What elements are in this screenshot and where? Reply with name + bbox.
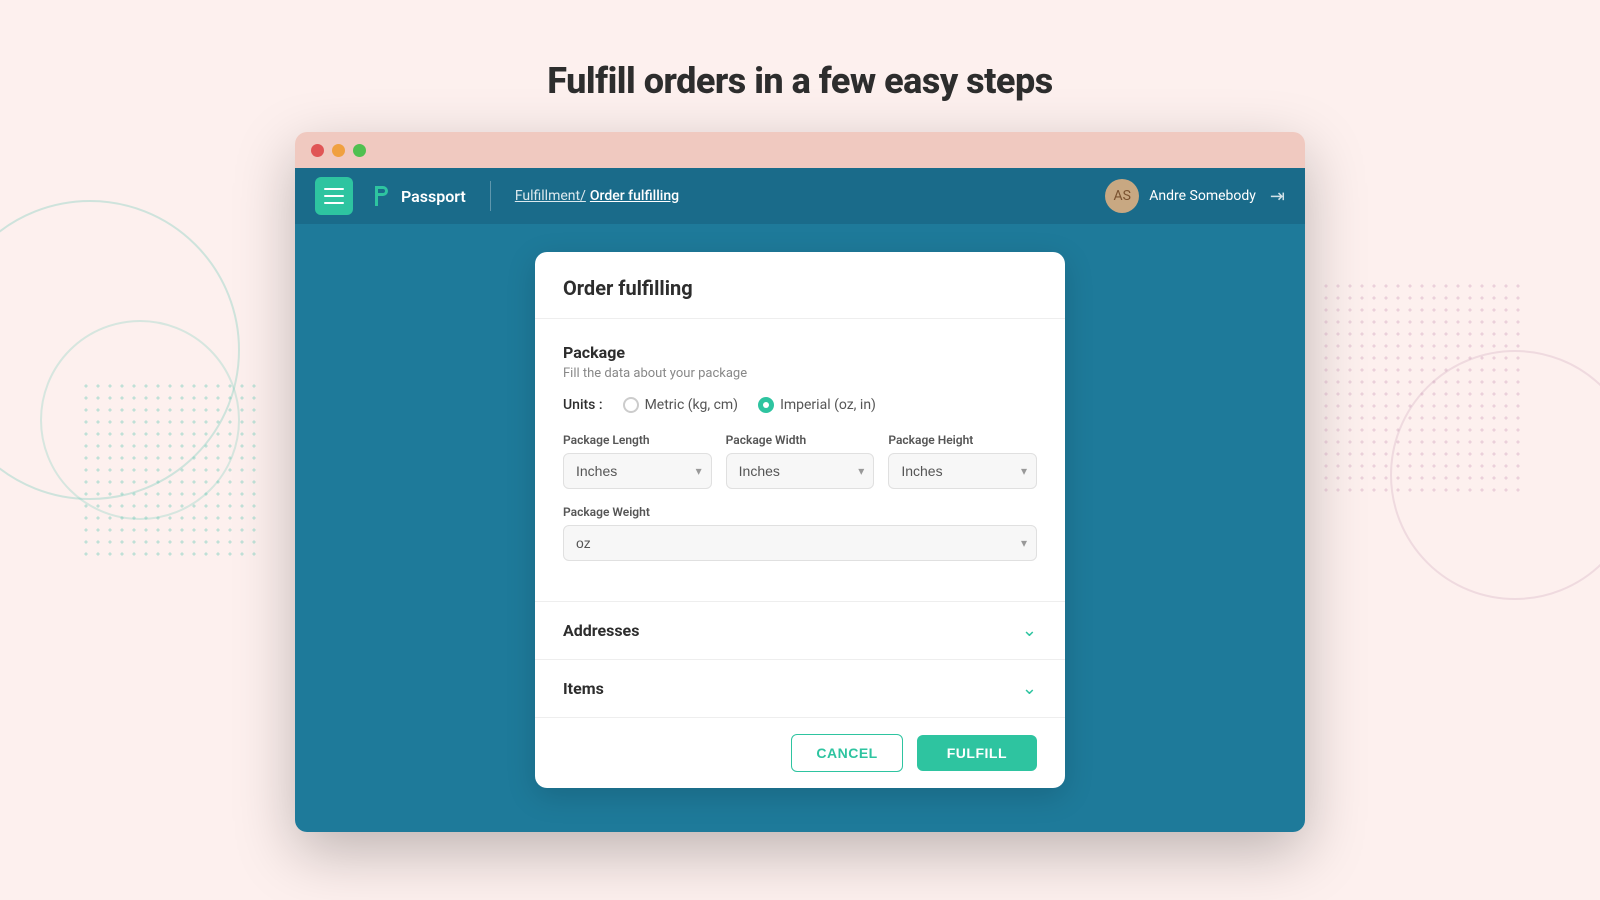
hamburger-line <box>324 195 344 197</box>
menu-button[interactable] <box>315 177 353 215</box>
package-length-select[interactable]: Inches Feet cm <box>563 453 712 489</box>
addresses-chevron-icon: ⌄ <box>1022 620 1037 641</box>
browser-dot-green[interactable] <box>353 144 366 157</box>
package-width-group: Package Width Inches Feet cm <box>726 433 875 489</box>
package-width-label: Package Width <box>726 433 875 447</box>
breadcrumb-current: Order fulfilling <box>590 188 679 204</box>
package-weight-select-wrapper: oz lb kg g <box>563 525 1037 561</box>
browser-window: Passport Fulfillment/ Order fulfilling A… <box>295 132 1305 832</box>
radio-circle-metric <box>623 397 639 413</box>
addresses-title: Addresses <box>563 621 639 640</box>
nav-logo: Passport <box>369 184 466 208</box>
app-navbar: Passport Fulfillment/ Order fulfilling A… <box>295 168 1305 224</box>
package-length-label: Package Length <box>563 433 712 447</box>
package-height-select-wrapper: Inches Feet cm <box>888 453 1037 489</box>
items-chevron-icon: ⌄ <box>1022 678 1037 699</box>
browser-dot-yellow[interactable] <box>332 144 345 157</box>
package-width-select[interactable]: Inches Feet cm <box>726 453 875 489</box>
package-weight-select[interactable]: oz lb kg g <box>563 525 1037 561</box>
units-row: Units : Metric (kg, cm) Imperial (oz, in… <box>563 397 1037 413</box>
radio-metric[interactable]: Metric (kg, cm) <box>623 397 739 413</box>
fulfill-button[interactable]: FULFILL <box>917 735 1037 771</box>
hamburger-line <box>324 188 344 190</box>
bg-decoration-circle-left <box>0 200 240 500</box>
browser-titlebar <box>295 132 1305 168</box>
package-height-group: Package Height Inches Feet cm <box>888 433 1037 489</box>
addresses-section[interactable]: Addresses ⌄ <box>535 601 1065 659</box>
browser-dot-red[interactable] <box>311 144 324 157</box>
app-content: Order fulfilling Package Fill the data a… <box>295 224 1305 832</box>
package-weight-group: Package Weight oz lb kg g <box>563 505 1037 561</box>
modal-body: Package Fill the data about your package… <box>535 319 1065 601</box>
bg-decoration-circle-left2 <box>40 320 240 520</box>
radio-metric-label: Metric (kg, cm) <box>645 397 739 413</box>
package-length-group: Package Length Inches Feet cm <box>563 433 712 489</box>
hamburger-line <box>324 202 344 204</box>
modal-header: Order fulfilling <box>535 252 1065 319</box>
cancel-button[interactable]: CANCEL <box>791 734 902 772</box>
package-section: Package Fill the data about your package… <box>563 343 1037 561</box>
nav-divider <box>490 181 491 211</box>
breadcrumb-parent[interactable]: Fulfillment/ <box>515 188 586 204</box>
nav-user: AS Andre Somebody ⇥ <box>1105 179 1285 213</box>
bg-decoration-dots-right <box>1320 280 1520 500</box>
passport-logo-icon <box>369 184 393 208</box>
user-name: Andre Somebody <box>1149 188 1256 204</box>
modal-card: Order fulfilling Package Fill the data a… <box>535 252 1065 788</box>
page-title: Fulfill orders in a few easy steps <box>0 0 1600 132</box>
radio-imperial-label: Imperial (oz, in) <box>780 397 876 413</box>
package-height-select[interactable]: Inches Feet cm <box>888 453 1037 489</box>
units-label: Units : <box>563 397 603 413</box>
nav-logo-text: Passport <box>401 187 466 206</box>
bg-decoration-dots-left <box>80 380 260 560</box>
package-section-desc: Fill the data about your package <box>563 366 1037 381</box>
modal-title: Order fulfilling <box>563 276 1037 300</box>
radio-imperial[interactable]: Imperial (oz, in) <box>758 397 876 413</box>
modal-footer: CANCEL FULFILL <box>535 717 1065 788</box>
package-length-select-wrapper: Inches Feet cm <box>563 453 712 489</box>
bg-decoration-circle-right <box>1390 350 1600 600</box>
package-weight-label: Package Weight <box>563 505 1037 519</box>
items-section[interactable]: Items ⌄ <box>535 659 1065 717</box>
radio-circle-imperial <box>758 397 774 413</box>
breadcrumb: Fulfillment/ Order fulfilling <box>515 188 679 204</box>
logout-icon[interactable]: ⇥ <box>1270 186 1285 207</box>
items-title: Items <box>563 679 604 698</box>
avatar: AS <box>1105 179 1139 213</box>
dimensions-row: Package Length Inches Feet cm Package Wi… <box>563 433 1037 489</box>
package-height-label: Package Height <box>888 433 1037 447</box>
package-section-title: Package <box>563 343 1037 362</box>
package-width-select-wrapper: Inches Feet cm <box>726 453 875 489</box>
